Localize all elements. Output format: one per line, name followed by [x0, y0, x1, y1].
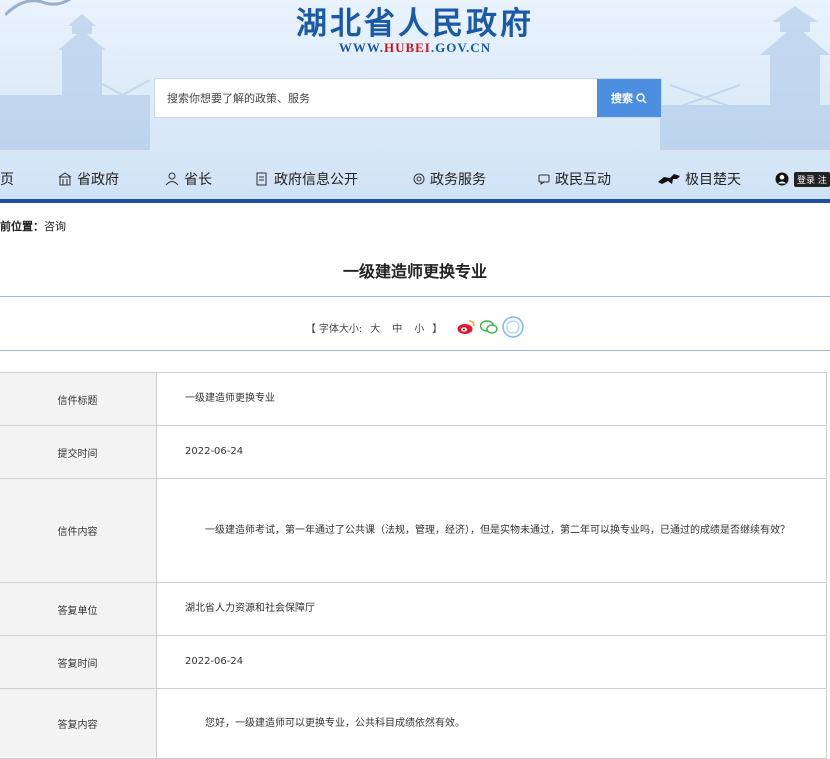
- table-row: 信件标题 一级建造师更换专业: [0, 372, 827, 426]
- weibo-icon[interactable]: [456, 319, 476, 335]
- row-label: 答复内容: [0, 688, 157, 759]
- title-divider: [0, 296, 830, 297]
- row-label: 信件内容: [0, 478, 157, 583]
- table-row: 答复单位 湖北省人力资源和社会保障厅: [0, 582, 827, 636]
- nav-item-governor-label: 省长: [184, 172, 212, 188]
- nav-underline: [0, 199, 830, 203]
- horse-icon: [658, 174, 680, 184]
- font-size-end: 】: [432, 323, 443, 335]
- breadcrumb-current[interactable]: 咨询: [44, 220, 66, 233]
- row-value: 2022-06-24: [156, 425, 827, 479]
- chat-icon: [538, 174, 550, 185]
- table-row: 提交时间 2022-06-24: [0, 425, 827, 479]
- search-button[interactable]: 搜索: [597, 79, 661, 117]
- site-url-suffix: .GOV.CN: [430, 40, 492, 55]
- font-size-small-button[interactable]: 小: [410, 320, 428, 335]
- row-value: 湖北省人力资源和社会保障厅: [156, 582, 827, 636]
- font-size-medium-button[interactable]: 中: [388, 320, 406, 335]
- fontbar-divider: [0, 350, 830, 351]
- site-url: WWW.HUBEI.GOV.CN: [0, 40, 830, 56]
- building-icon: [58, 172, 72, 186]
- letter-details-table: 信件标题 一级建造师更换专业 提交时间 2022-06-24 信件内容 一级建造…: [0, 372, 827, 759]
- nav-item-province-government-label: 省政府: [77, 172, 119, 188]
- nav-item-public-interaction[interactable]: 政民互动: [538, 157, 611, 201]
- row-label: 信件标题: [0, 372, 157, 426]
- site-url-highlight: HUBEI: [383, 40, 431, 55]
- qzone-icon[interactable]: [502, 316, 525, 338]
- search-input[interactable]: [155, 79, 619, 117]
- login-button[interactable]: 登录 注: [794, 171, 830, 187]
- row-label: 答复时间: [0, 635, 157, 689]
- nav-item-jimu-chutian[interactable]: 极目楚天: [658, 157, 741, 201]
- nav-item-info-disclosure-label: 政府信息公开: [274, 172, 358, 188]
- person-icon: [165, 172, 179, 186]
- row-value: 2022-06-24: [156, 635, 827, 689]
- font-size-large-button[interactable]: 大: [366, 320, 384, 335]
- row-value: 您好，一级建造师可以更换专业，公共科目成绩依然有效。: [156, 688, 827, 759]
- table-row: 信件内容 一级建造师考试，第一年通过了公共课（法规，管理，经济），但是实物未通过…: [0, 478, 827, 583]
- nav-item-government-services-label: 政务服务: [430, 172, 486, 188]
- font-size-bar: 【 字体大小: 大 中 小 】: [0, 316, 830, 338]
- nav-item-home-label: 页: [0, 172, 14, 188]
- font-size-label: 【 字体大小:: [305, 323, 363, 335]
- nav-item-info-disclosure[interactable]: 政府信息公开: [255, 157, 358, 201]
- service-icon: [413, 173, 425, 185]
- share-icons: [456, 316, 525, 338]
- breadcrumb: 前位置：咨询: [0, 218, 66, 234]
- nav-item-governor[interactable]: 省长: [165, 157, 212, 201]
- nav-item-home[interactable]: 页: [0, 157, 14, 201]
- table-row: 答复时间 2022-06-24: [0, 635, 827, 689]
- site-url-prefix: WWW.: [338, 40, 384, 55]
- row-label: 提交时间: [0, 425, 157, 479]
- site-title: 湖北省人民政府: [296, 6, 534, 42]
- nav-item-public-interaction-label: 政民互动: [555, 172, 611, 188]
- login-area[interactable]: 登录 注: [775, 157, 830, 201]
- nav-item-province-government[interactable]: 省政府: [58, 157, 119, 201]
- user-avatar-icon: [775, 172, 789, 186]
- search-button-label: 搜索: [611, 92, 633, 105]
- row-label: 答复单位: [0, 582, 157, 636]
- table-row: 答复内容 您好，一级建造师可以更换专业，公共科目成绩依然有效。: [0, 688, 827, 759]
- search-bar: 搜索: [154, 78, 662, 118]
- site-header: 湖北省人民政府 WWW.HUBEI.GOV.CN 搜索 页 省政府 省长 政府信…: [0, 0, 830, 203]
- nav-item-jimu-chutian-label: 极目楚天: [685, 172, 741, 188]
- search-icon: [636, 92, 647, 103]
- row-value: 一级建造师更换专业: [156, 372, 827, 426]
- row-value: 一级建造师考试，第一年通过了公共课（法规，管理，经济），但是实物未通过，第二年可…: [156, 478, 827, 583]
- document-icon: [256, 172, 267, 186]
- page-title: 一级建造师更换专业: [342, 262, 487, 281]
- nav-item-government-services[interactable]: 政务服务: [413, 157, 486, 201]
- main-nav: 页 省政府 省长 政府信息公开 政务服务 政民互动 极目楚天 登录 注: [0, 157, 830, 203]
- breadcrumb-prefix: 前位置：: [0, 220, 44, 233]
- wechat-icon[interactable]: [479, 319, 499, 335]
